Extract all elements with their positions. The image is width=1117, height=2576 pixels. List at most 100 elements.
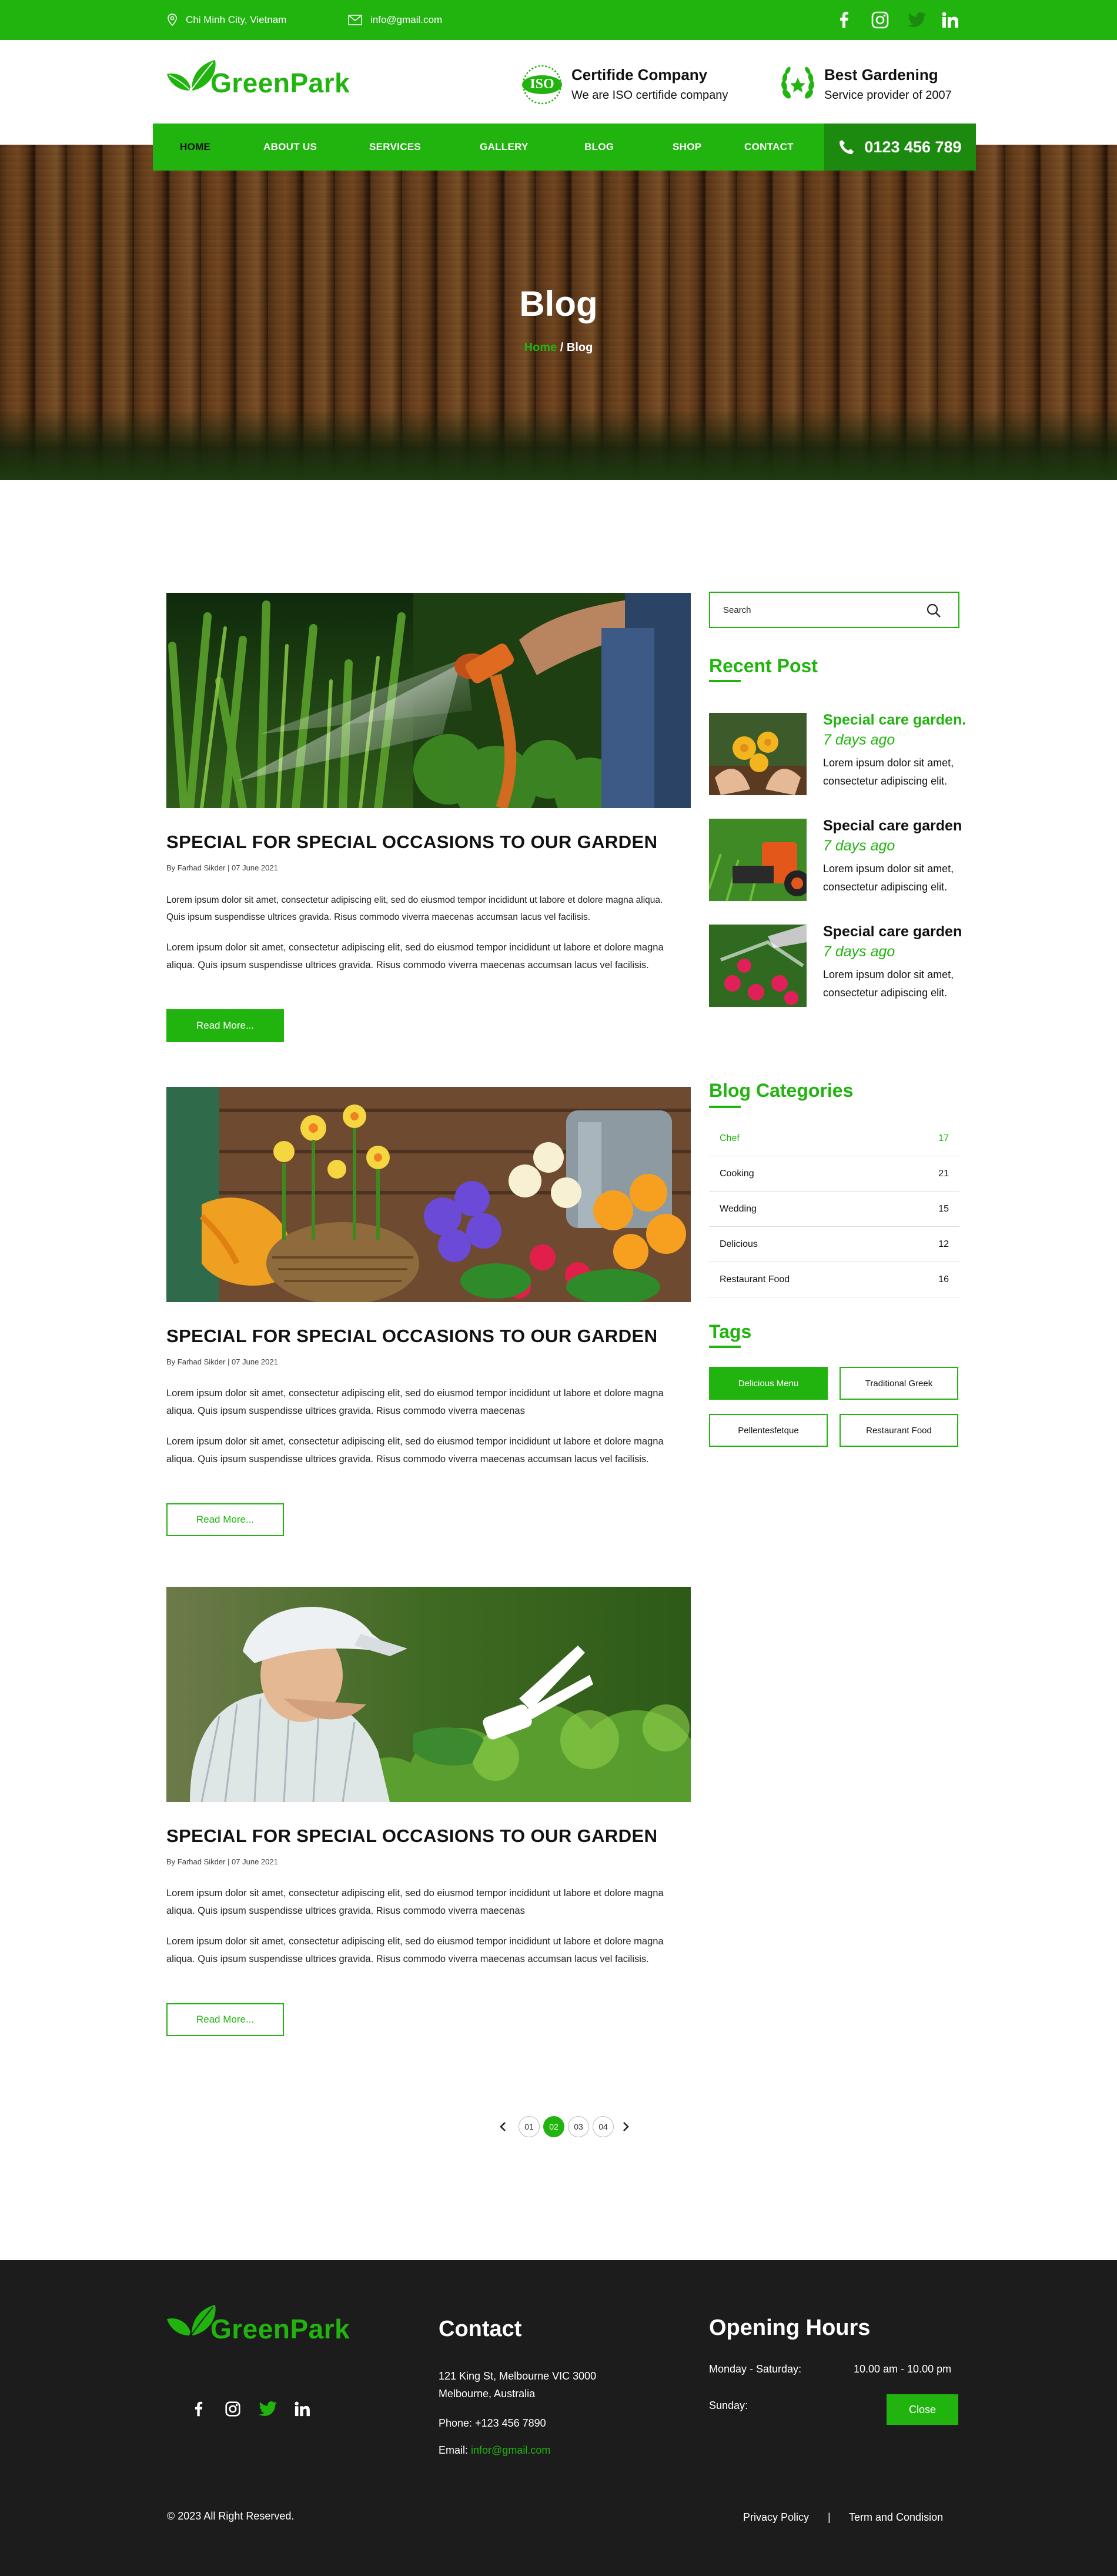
nav-services[interactable]: SERVICES xyxy=(369,124,421,171)
instagram-icon[interactable] xyxy=(221,2397,245,2421)
tag-chip[interactable]: Pellentesfetque xyxy=(709,1414,828,1447)
tag-chip[interactable]: Traditional Greek xyxy=(840,1367,958,1400)
site-footer: GreenPark Contact 121 King St, Melbourne… xyxy=(0,2260,1117,2576)
footer-email[interactable]: Email: infor@gmail.com xyxy=(439,2441,550,2459)
location-pin-icon xyxy=(168,14,177,26)
tag-chip[interactable]: Delicious Menu xyxy=(709,1367,828,1400)
best-subtitle: Service provider of 2007 xyxy=(824,89,952,102)
footer-email-label: Email: xyxy=(439,2444,471,2456)
logo-text: GreenPark xyxy=(210,68,350,98)
post-paragraph: Lorem ipsum dolor sit amet, consectetur … xyxy=(166,895,663,922)
heading-underline xyxy=(709,1346,741,1348)
footer-logo-text: GreenPark xyxy=(210,2314,350,2344)
page-link-active[interactable]: 02 xyxy=(543,2116,564,2137)
nav-shop[interactable]: SHOP xyxy=(673,124,701,171)
nav-contact[interactable]: CONTACT xyxy=(744,124,794,171)
read-more-button[interactable]: Read More... xyxy=(166,1009,284,1042)
post-paragraph: Lorem ipsum dolor sit amet, consectetur … xyxy=(166,1388,664,1416)
recent-post-title[interactable]: Special care garden xyxy=(823,817,962,835)
contact-heading: Contact xyxy=(439,2317,522,2341)
recent-post-image[interactable] xyxy=(709,819,807,901)
page-link[interactable]: 01 xyxy=(519,2116,540,2137)
category-item[interactable]: Delicious 12 xyxy=(709,1227,959,1262)
email-text[interactable]: info@gmail.com xyxy=(370,14,442,26)
category-item[interactable]: Restaurant Food 16 xyxy=(709,1262,959,1297)
twitter-icon[interactable] xyxy=(905,8,929,32)
footer-email-link[interactable]: infor@gmail.com xyxy=(471,2444,550,2456)
page-link[interactable]: 03 xyxy=(568,2116,589,2137)
facebook-icon[interactable] xyxy=(187,2397,210,2421)
logo[interactable]: GreenPark xyxy=(166,56,360,98)
laurel-award-icon xyxy=(778,64,817,106)
recent-post-excerpt: Lorem ipsum dolor sit amet, consectetur … xyxy=(823,969,954,999)
hero-banner: Blog Home / Blog xyxy=(0,145,1117,480)
category-item[interactable]: Chef 17 xyxy=(709,1121,959,1156)
footer-logo[interactable]: GreenPark xyxy=(166,2301,366,2348)
nav-gallery[interactable]: GALLERY xyxy=(480,124,529,171)
twitter-icon[interactable] xyxy=(256,2397,280,2421)
search-icon[interactable] xyxy=(925,602,942,619)
recent-post-excerpt: Lorem ipsum dolor sit amet, consectetur … xyxy=(823,757,954,787)
nav-about-us[interactable]: ABOUT US xyxy=(263,124,317,171)
read-more-button[interactable]: Read More... xyxy=(166,2003,284,2036)
main-nav: HOME ABOUT US SERVICES GALLERY BLOG SHOP… xyxy=(153,124,976,171)
best-info: Best Gardening Service provider of 2007 xyxy=(824,66,952,102)
email-info[interactable]: info@gmail.com xyxy=(348,0,442,40)
linkedin-icon[interactable] xyxy=(290,2397,314,2421)
search-box[interactable]: Search xyxy=(709,592,959,628)
recent-post-image[interactable] xyxy=(709,713,807,795)
next-page-icon[interactable] xyxy=(618,2120,633,2134)
post-image-flowers[interactable] xyxy=(166,1087,691,1302)
category-name: Restaurant Food xyxy=(720,1274,790,1284)
category-name: Cooking xyxy=(720,1168,754,1179)
post-title[interactable]: SPECIAL FOR SPECIAL OCCASIONS TO OUR GAR… xyxy=(166,1826,657,1847)
recent-post-title[interactable]: Special care garden xyxy=(823,923,962,940)
breadcrumb: Home / Blog xyxy=(0,341,1117,355)
nav-phone-number: 0123 456 789 xyxy=(864,138,962,156)
heading-underline xyxy=(709,680,741,682)
phone-icon xyxy=(840,140,854,154)
tag-chip[interactable]: Restaurant Food xyxy=(840,1414,958,1447)
category-count: 17 xyxy=(938,1133,949,1143)
read-more-button[interactable]: Read More... xyxy=(166,1503,284,1536)
post-image-gardener[interactable] xyxy=(166,1587,691,1802)
post-image-watering[interactable] xyxy=(166,593,691,808)
post-meta: By Farhad Sikder | 07 June 2021 xyxy=(166,1357,278,1366)
footer-phone[interactable]: Phone: +123 456 7890 xyxy=(439,2414,546,2432)
search-input[interactable]: Search xyxy=(723,605,751,615)
post-meta: By Farhad Sikder | 07 June 2021 xyxy=(166,863,278,872)
tags-heading: Tags xyxy=(709,1321,752,1342)
location-info: Chi Minh City, Vietnam xyxy=(167,0,286,40)
recent-post-image[interactable] xyxy=(709,925,807,1007)
privacy-policy-link[interactable]: Privacy Policy xyxy=(743,2508,809,2526)
nav-blog[interactable]: BLOG xyxy=(584,124,614,171)
linkedin-icon[interactable] xyxy=(938,8,962,32)
terms-link[interactable]: Term and Condision xyxy=(849,2508,943,2526)
prev-page-icon[interactable] xyxy=(496,2120,510,2134)
category-name: Delicious xyxy=(720,1239,758,1249)
cert-subtitle: We are ISO certifide company xyxy=(571,89,728,102)
category-item[interactable]: Wedding 15 xyxy=(709,1192,959,1227)
breadcrumb-current: Blog xyxy=(566,341,593,354)
post-title[interactable]: SPECIAL FOR SPECIAL OCCASIONS TO OUR GAR… xyxy=(166,1326,657,1347)
recent-post-title[interactable]: Special care garden. xyxy=(823,712,966,729)
facebook-icon[interactable] xyxy=(832,8,856,32)
mail-icon xyxy=(348,15,362,25)
address-line: 121 King St, Melbourne VIC 3000 xyxy=(439,2370,597,2382)
address-line: Melbourne, Australia xyxy=(439,2388,536,2400)
page-link[interactable]: 04 xyxy=(593,2116,614,2137)
cert-title: Certifide Company xyxy=(571,66,708,84)
instagram-icon[interactable] xyxy=(868,8,892,32)
nav-home[interactable]: HOME xyxy=(180,124,210,171)
page-title: Blog xyxy=(519,284,598,323)
category-count: 16 xyxy=(938,1274,949,1284)
blog-categories-heading: Blog Categories xyxy=(709,1080,854,1101)
category-count: 21 xyxy=(938,1168,949,1179)
breadcrumb-home[interactable]: Home xyxy=(524,341,557,354)
category-item[interactable]: Cooking 21 xyxy=(709,1156,959,1192)
post-paragraph: Lorem ipsum dolor sit amet, consectetur … xyxy=(166,1936,664,1964)
nav-phone-button[interactable]: 0123 456 789 xyxy=(824,124,976,171)
post-paragraph: Lorem ipsum dolor sit amet, consectetur … xyxy=(166,942,664,970)
post-title[interactable]: SPECIAL FOR SPECIAL OCCASIONS TO OUR GAR… xyxy=(166,832,657,853)
recent-post-heading: Recent Post xyxy=(709,655,818,676)
